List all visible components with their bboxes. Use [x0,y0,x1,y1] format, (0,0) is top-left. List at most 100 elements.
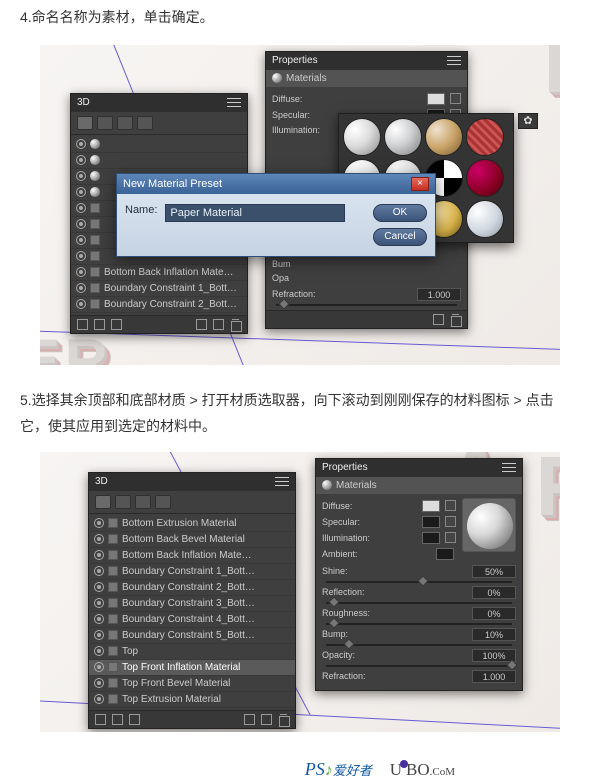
list-item[interactable] [71,153,247,169]
list-item[interactable]: Bottom Back Inflation Mate… [71,265,247,281]
material-preset[interactable] [384,118,422,156]
filter-chip[interactable] [115,495,131,509]
filter-chip[interactable] [137,116,153,130]
new-icon[interactable] [433,314,444,325]
eye-icon[interactable] [76,155,86,165]
filter-chip[interactable] [97,116,113,130]
eye-icon[interactable] [94,694,104,704]
eye-icon[interactable] [76,187,86,197]
properties-tab[interactable]: Properties [322,462,368,473]
footer-tool-icon[interactable] [111,319,122,330]
eye-icon[interactable] [94,614,104,624]
footer-tool-icon[interactable] [77,319,88,330]
eye-icon[interactable] [94,518,104,528]
list-item[interactable]: Boundary Constraint 1_Bott… [71,281,247,297]
eye-icon[interactable] [94,534,104,544]
eye-icon[interactable] [76,219,86,229]
panel-3d-tab[interactable]: 3D [95,476,108,487]
eye-icon[interactable] [76,139,86,149]
ambient-swatch[interactable] [436,548,454,560]
material-preset[interactable] [343,118,381,156]
material-preset[interactable] [466,118,504,156]
eye-icon[interactable] [94,598,104,608]
footer-tool-icon[interactable] [112,714,123,725]
render-icon[interactable] [196,319,207,330]
eye-icon[interactable] [76,203,86,213]
filter-chip[interactable] [77,116,93,130]
eye-icon[interactable] [94,550,104,560]
refraction-value[interactable]: 1.000 [417,288,461,301]
material-preset[interactable] [466,159,504,197]
filter-chip[interactable] [95,495,111,509]
filter-chip[interactable] [135,495,151,509]
refraction-value[interactable]: 1.000 [472,670,516,683]
list-item[interactable]: Top [89,644,295,660]
eye-icon[interactable] [94,678,104,688]
trash-icon[interactable] [450,314,461,325]
roughness-value[interactable]: 0% [472,607,516,620]
menu-icon[interactable] [227,98,241,108]
eye-icon[interactable] [76,267,86,277]
eye-icon[interactable] [94,662,104,672]
list-item[interactable]: Boundary Constraint 2_Bott… [71,297,247,313]
reflection-value[interactable]: 0% [472,586,516,599]
texture-picker-icon[interactable] [445,532,456,543]
eye-icon[interactable] [76,171,86,181]
texture-picker-icon[interactable] [450,93,461,104]
ok-button[interactable]: OK [373,204,427,222]
list-item[interactable]: Boundary Constraint 4_Bott… [89,612,295,628]
opacity-value[interactable]: 100% [472,649,516,662]
eye-icon[interactable] [94,566,104,576]
new-icon[interactable] [261,714,272,725]
texture-picker-icon[interactable] [445,500,456,511]
list-item[interactable]: Boundary Constraint 2_Bott… [89,580,295,596]
name-input[interactable] [165,204,345,222]
list-item[interactable]: Top Front Bevel Material [89,676,295,692]
trash-icon[interactable] [278,714,289,725]
close-icon[interactable]: × [411,177,429,191]
list-item[interactable]: Top Front Inflation Material [89,660,295,676]
texture-picker-icon[interactable] [445,516,456,527]
eye-icon[interactable] [76,251,86,261]
list-item[interactable] [71,137,247,153]
bump-value[interactable]: 10% [472,628,516,641]
list-item[interactable]: Boundary Constraint 1_Bott… [89,564,295,580]
panel-3d-tab[interactable]: 3D [77,97,90,108]
list-item[interactable]: Bottom Back Inflation Mate… [89,548,295,564]
specular-swatch[interactable] [422,516,440,528]
eye-icon[interactable] [94,646,104,656]
list-item[interactable]: Boundary Constraint 3_Bott… [89,596,295,612]
filter-chip[interactable] [155,495,171,509]
cancel-button[interactable]: Cancel [373,228,427,246]
render-icon[interactable] [244,714,255,725]
menu-icon[interactable] [447,56,461,66]
diffuse-swatch[interactable] [422,500,440,512]
footer-tool-icon[interactable] [129,714,140,725]
list-item[interactable]: Boundary Constraint 5_Bott… [89,628,295,644]
eye-icon[interactable] [94,630,104,640]
new-icon[interactable] [213,319,224,330]
properties-tab[interactable]: Properties [272,55,318,66]
footer-tool-icon[interactable] [95,714,106,725]
footer-tool-icon[interactable] [94,319,105,330]
list-item[interactable]: Bottom Extrusion Material [89,516,295,532]
diffuse-swatch[interactable] [427,93,445,105]
eye-icon[interactable] [94,582,104,592]
eye-icon[interactable] [76,283,86,293]
material-preset[interactable] [425,118,463,156]
menu-icon[interactable] [275,477,289,487]
materials-popup-gear[interactable]: ✿ [518,113,538,129]
illum-swatch[interactable] [422,532,440,544]
material-preview-sphere[interactable] [462,498,516,552]
menu-icon[interactable] [502,463,516,473]
shine-value[interactable]: 50% [472,565,516,578]
eye-icon[interactable] [76,235,86,245]
list-item[interactable]: Bottom Back Bevel Material [89,532,295,548]
eye-icon[interactable] [76,299,86,309]
material-preset[interactable] [466,200,504,238]
list-item[interactable]: Top Extrusion Material [89,692,295,708]
properties-subtab[interactable]: Materials [316,477,522,494]
trash-icon[interactable] [230,319,241,330]
filter-chip[interactable] [117,116,133,130]
properties-subtab[interactable]: Materials [266,70,467,87]
